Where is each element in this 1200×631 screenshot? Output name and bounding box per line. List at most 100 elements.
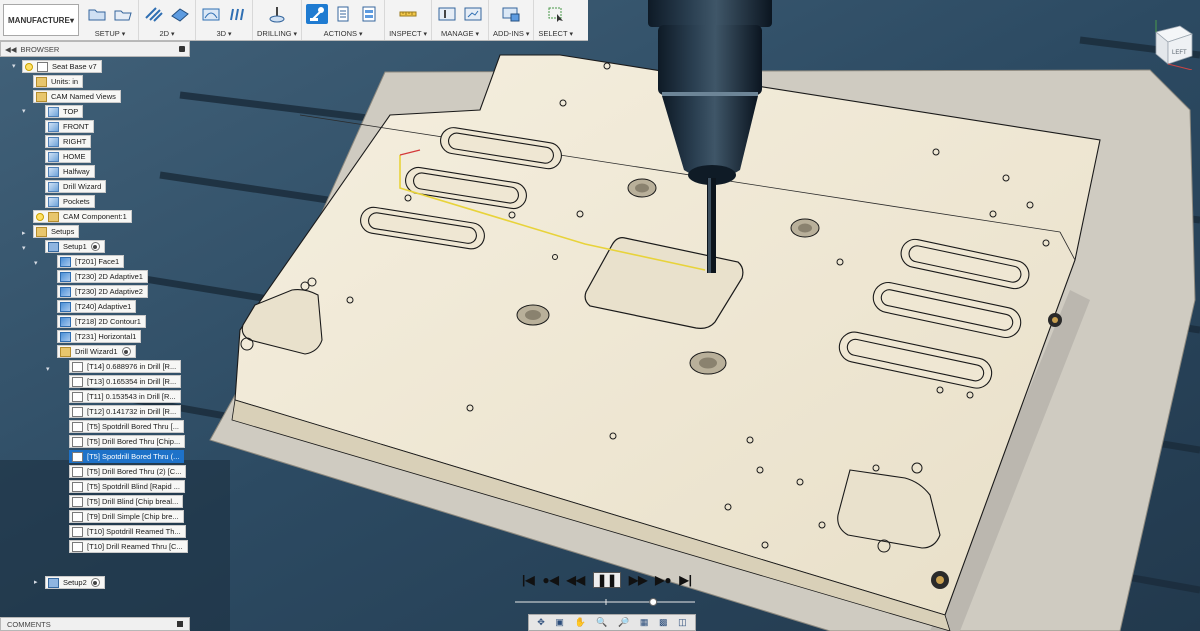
toolbar-group-drilling[interactable]: DRILLING — [253, 0, 303, 40]
tree-item-drill-op[interactable]: [T13] 0.165354 in Drill [R... — [69, 375, 182, 388]
zoom-window-icon[interactable]: 🔎 — [618, 617, 629, 628]
expand-comments-icon[interactable] — [177, 621, 183, 627]
tree-item-root[interactable]: Seat Base v7 — [22, 60, 102, 73]
go-to-end-icon[interactable]: ▶| — [679, 573, 692, 587]
tree-item-view[interactable]: Halfway — [45, 165, 95, 178]
browser-header[interactable]: ◀◀ BROWSER — [0, 41, 190, 57]
expand-arrow-icon[interactable]: ▾ — [46, 365, 50, 373]
tree-item-drill-op[interactable]: [T5] Drill Bored Thru (2) [C... — [69, 465, 187, 478]
timeline-knob[interactable] — [649, 598, 658, 606]
tree-item-setup2[interactable]: Setup2 — [45, 576, 105, 589]
tree-item-drill-op[interactable]: [T5] Drill Blind [Chip breal... — [69, 495, 184, 508]
simulate-icon[interactable] — [306, 4, 329, 24]
tree-item-operation[interactable]: [T231] Horizontal1 — [57, 330, 142, 343]
view-cube-face-label: LEFT — [1172, 50, 1187, 56]
select-icon[interactable] — [545, 4, 567, 24]
tree-item-drill-op[interactable]: [T14] 0.688976 in Drill [R... — [69, 360, 182, 373]
setup-sheet-icon[interactable] — [358, 4, 380, 24]
tree-item-drill-op[interactable]: [T10] Drill Reamed Thru [C... — [69, 540, 188, 553]
expand-arrow-icon[interactable]: ▸ — [22, 229, 26, 237]
tree-item-operation[interactable]: [T218] 2D Contour1 — [57, 315, 146, 328]
comments-panel[interactable]: COMMENTS — [0, 617, 190, 631]
collapse-icon[interactable]: ◀◀ — [5, 45, 17, 54]
visibility-bulb-icon[interactable] — [25, 62, 33, 71]
tree-item-drill-op[interactable]: [T10] Spotdrill Reamed Th... — [69, 525, 186, 538]
pin-icon[interactable] — [179, 46, 185, 52]
toolbar-group-2d[interactable]: 2D — [139, 0, 196, 40]
drill-icon[interactable] — [266, 4, 288, 24]
grid-settings-icon[interactable]: ▩ — [659, 617, 668, 628]
tree-item-label: [T240] Adaptive1 — [75, 302, 132, 311]
step-forward-icon[interactable]: ▶▶ — [629, 573, 647, 587]
post-process-icon[interactable] — [332, 4, 354, 24]
expand-arrow-icon[interactable]: ▾ — [22, 107, 26, 115]
toolbar-group-inspect[interactable]: INSPECT — [385, 0, 433, 40]
drill-op-icon — [72, 541, 83, 552]
tree-item-drill-op[interactable]: [T11] 0.153543 in Drill [R... — [69, 390, 181, 403]
tree-item-drill-op[interactable]: [T5] Drill Bored Thru [Chip... — [69, 435, 186, 448]
tree-item-drill-op[interactable]: [T12] 0.141732 in Drill [R... — [69, 405, 182, 418]
tree-item-view[interactable]: TOP — [45, 105, 84, 118]
toolbar-group-manage[interactable]: MANAGE — [432, 0, 490, 40]
tree-item-view[interactable]: Drill Wizard — [45, 180, 107, 193]
drill-op-icon — [72, 526, 83, 537]
drill-op-icon — [72, 361, 83, 372]
go-to-start-icon[interactable]: |◀ — [522, 573, 535, 587]
tree-item-label: [T218] 2D Contour1 — [75, 317, 141, 326]
tree-item-operation[interactable]: [T230] 2D Adaptive1 — [57, 270, 148, 283]
viewports-icon[interactable]: ◫ — [678, 617, 687, 628]
workspace-selector[interactable]: MANUFACTURE ▾ — [3, 4, 79, 36]
tool-library-icon[interactable] — [436, 4, 458, 24]
tree-item-drill-op[interactable]: [T5] Spotdrill Bored Thru [... — [69, 420, 184, 433]
tree-item-operation[interactable]: [T201] Face1 — [57, 255, 125, 268]
expand-arrow-icon[interactable]: ▾ — [22, 244, 26, 252]
tree-item-units[interactable]: Units: in — [33, 75, 84, 88]
step-back-icon[interactable]: ◀◀ — [567, 573, 585, 587]
toolbar-group-addins[interactable]: ADD-INS — [489, 0, 535, 40]
toolbar-label-addins: ADD-INS — [493, 29, 529, 38]
3d-adaptive-icon[interactable] — [200, 4, 222, 24]
2d-face-icon[interactable] — [169, 4, 191, 24]
2d-pocket-icon[interactable] — [143, 4, 165, 24]
toolbar-group-setup[interactable]: SETUP — [82, 0, 139, 40]
post-library-icon[interactable] — [462, 4, 484, 24]
tree-item-view[interactable]: HOME — [45, 150, 91, 163]
previous-operation-icon[interactable]: ●◀ — [542, 573, 558, 587]
tree-item-label: FRONT — [63, 122, 89, 131]
tree-item-drill-op[interactable]: [T9] Drill Simple [Chip bre... — [69, 510, 184, 523]
chevron-down-icon: ▾ — [69, 15, 74, 25]
tree-item-view[interactable]: Pockets — [45, 195, 95, 208]
view-cube[interactable]: LEFT — [1148, 12, 1196, 71]
tree-item-drill-op[interactable]: [T5] Spotdrill Blind [Rapid ... — [69, 480, 185, 493]
new-setup-icon[interactable] — [86, 4, 108, 24]
play-pause-icon[interactable]: ❚❚ — [592, 572, 622, 588]
zoom-icon[interactable]: 🔍 — [596, 617, 607, 628]
tree-item-cam-component[interactable]: CAM Component:1 — [33, 210, 132, 223]
scripts-addins-icon[interactable] — [500, 4, 522, 24]
tree-item-named-views[interactable]: CAM Named Views — [33, 90, 121, 103]
tree-item-view[interactable]: FRONT — [45, 120, 94, 133]
toolbar-group-select[interactable]: SELECT — [534, 0, 577, 40]
expand-arrow-icon[interactable]: ▾ — [34, 259, 38, 267]
timeline-slider[interactable] — [515, 598, 695, 606]
tree-item-operation[interactable]: [T240] Adaptive1 — [57, 300, 137, 313]
expand-arrow-icon[interactable]: ▸ — [34, 578, 38, 586]
folder-icon[interactable] — [112, 4, 134, 24]
expand-arrow-icon[interactable]: ▾ — [12, 62, 16, 70]
tree-item-view[interactable]: RIGHT — [45, 135, 92, 148]
visibility-bulb-icon[interactable] — [36, 212, 44, 221]
toolbar-group-3d[interactable]: 3D — [196, 0, 253, 40]
3d-contour-icon[interactable] — [226, 4, 248, 24]
measure-icon[interactable] — [397, 4, 419, 24]
tree-item-setups[interactable]: Setups — [33, 225, 80, 238]
pan-icon[interactable]: ✋ — [575, 617, 586, 628]
next-operation-icon[interactable]: ▶● — [655, 573, 671, 587]
tree-item-setup1[interactable]: Setup1 — [45, 240, 105, 253]
tree-item-operation[interactable]: [T230] 2D Adaptive2 — [57, 285, 148, 298]
look-at-icon[interactable]: ▣ — [555, 617, 564, 628]
display-settings-icon[interactable]: ▦ — [640, 617, 649, 628]
toolbar-group-actions[interactable]: ACTIONS — [302, 0, 386, 40]
tree-item-drill-wizard[interactable]: Drill Wizard1 — [57, 345, 136, 358]
tree-item-drill-op-selected[interactable]: [T5] Spotdrill Bored Thru (... — [69, 450, 185, 463]
orbit-icon[interactable]: ✥ — [537, 617, 545, 628]
